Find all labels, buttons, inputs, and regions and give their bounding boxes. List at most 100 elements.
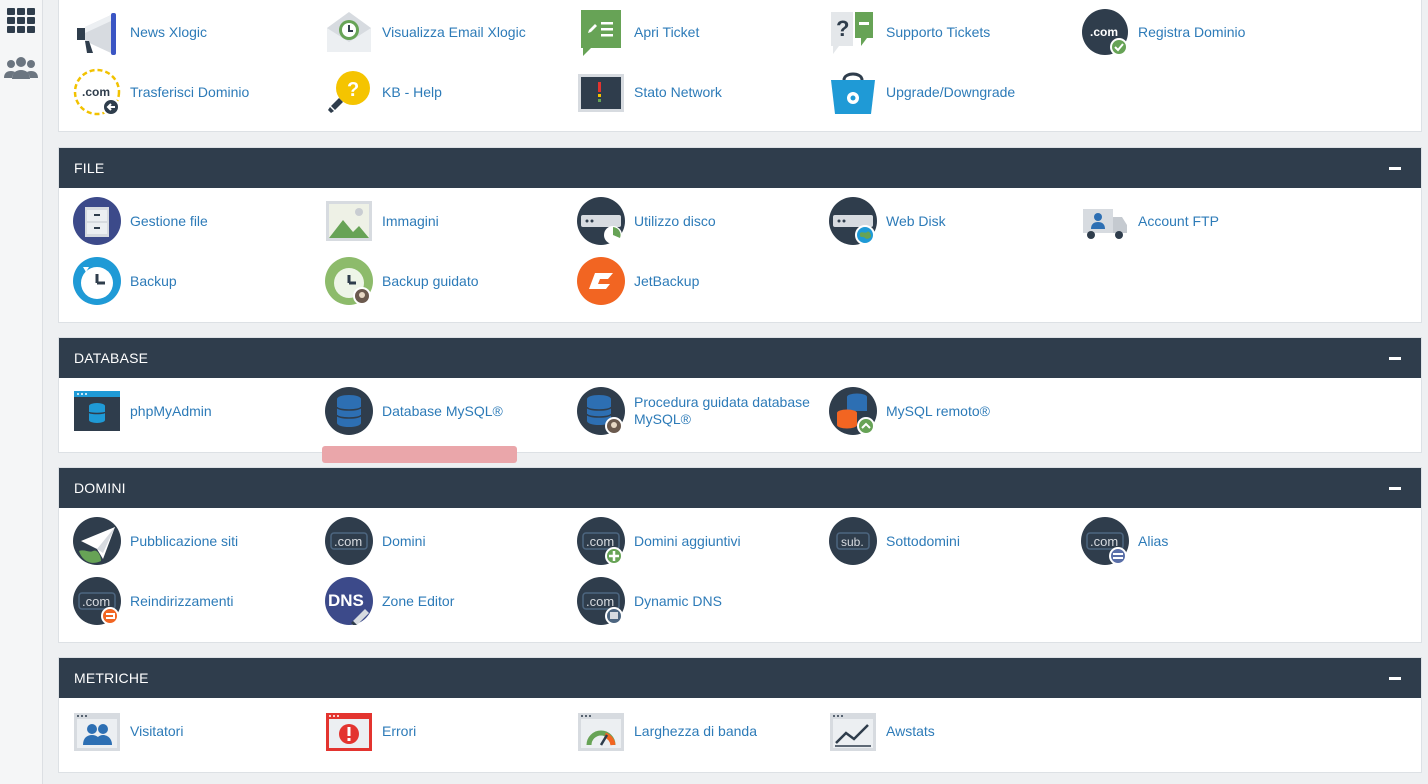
item-database-mysql[interactable]: Database MySQL® bbox=[311, 386, 561, 436]
item-apri-ticket[interactable]: Apri Ticket bbox=[563, 7, 813, 57]
item-label: Domini bbox=[382, 532, 426, 549]
item-stato-network[interactable]: Stato Network bbox=[563, 67, 813, 117]
dns-icon: DNS bbox=[325, 577, 373, 625]
item-label: MySQL remoto® bbox=[886, 402, 990, 419]
panel-database: DATABASE phpMyAdmin Database MySQL® Proc… bbox=[58, 337, 1422, 453]
panel-header[interactable]: DOMINI bbox=[59, 468, 1421, 508]
svg-text:.com: .com bbox=[82, 594, 110, 609]
item-zone-editor[interactable]: DNS Zone Editor bbox=[311, 576, 561, 626]
email-clock-icon bbox=[325, 8, 373, 56]
item-awstats[interactable]: Awstats bbox=[815, 706, 1065, 756]
panel-file: FILE Gestione file Immagini Utilizzo dis… bbox=[58, 147, 1422, 323]
item-registra-dominio[interactable]: .com Registra Dominio bbox=[1067, 7, 1317, 57]
item-visualizza-email[interactable]: Visualizza Email Xlogic bbox=[311, 7, 561, 57]
item-errori[interactable]: Errori bbox=[311, 706, 561, 756]
item-web-disk[interactable]: Web Disk bbox=[815, 196, 1065, 246]
item-domini-aggiuntivi[interactable]: .com Domini aggiuntivi bbox=[563, 516, 813, 566]
backup-icon bbox=[73, 257, 121, 305]
collapse-icon[interactable] bbox=[1389, 167, 1401, 170]
item-alias[interactable]: .com Alias bbox=[1067, 516, 1317, 566]
item-kb-help[interactable]: ? KB - Help bbox=[311, 67, 561, 117]
item-utilizzo-disco[interactable]: Utilizzo disco bbox=[563, 196, 813, 246]
support-ticket-icon: ? bbox=[829, 8, 877, 56]
item-label: Account FTP bbox=[1138, 212, 1219, 229]
database-wizard-icon bbox=[577, 387, 625, 435]
item-label: Utilizzo disco bbox=[634, 212, 716, 229]
item-label: Sottodomini bbox=[886, 532, 960, 549]
dotcom-icon: .com bbox=[325, 517, 373, 565]
item-label: Stato Network bbox=[634, 83, 722, 100]
item-supporto-tickets[interactable]: ? Supporto Tickets bbox=[815, 7, 1065, 57]
item-phpmyadmin[interactable]: phpMyAdmin bbox=[59, 386, 309, 436]
svg-text:?: ? bbox=[347, 79, 359, 101]
svg-text:.com: .com bbox=[586, 594, 614, 609]
disk-usage-icon bbox=[577, 197, 625, 245]
item-label: Registra Dominio bbox=[1138, 23, 1246, 40]
svg-text:.com: .com bbox=[1090, 25, 1118, 39]
subdomain-icon: sub. bbox=[829, 517, 877, 565]
item-label: Backup bbox=[130, 272, 177, 289]
item-sottodomini[interactable]: sub. Sottodomini bbox=[815, 516, 1065, 566]
item-backup-guidato[interactable]: Backup guidato bbox=[311, 256, 561, 306]
dotcom-alias-icon: .com bbox=[1081, 517, 1129, 565]
grid-icon[interactable] bbox=[4, 4, 38, 36]
paper-plane-globe-icon bbox=[73, 517, 121, 565]
dotcom-add-icon: .com bbox=[577, 517, 625, 565]
item-label: Alias bbox=[1138, 532, 1169, 549]
panel-title: FILE bbox=[74, 160, 105, 176]
panel-header[interactable]: DATABASE bbox=[59, 338, 1421, 378]
svg-text:.com: .com bbox=[1090, 534, 1118, 549]
item-label: Visualizza Email Xlogic bbox=[382, 23, 526, 40]
panel-title: DOMINI bbox=[74, 480, 126, 496]
item-dynamic-dns[interactable]: .com Dynamic DNS bbox=[563, 576, 813, 626]
item-jetbackup[interactable]: JetBackup bbox=[563, 256, 813, 306]
svg-text:.com: .com bbox=[334, 534, 362, 549]
panel-header[interactable]: METRICHE bbox=[59, 658, 1421, 698]
item-label: phpMyAdmin bbox=[130, 402, 212, 419]
item-domini[interactable]: .com Domini bbox=[311, 516, 561, 566]
panel-xlogic: News Xlogic Visualizza Email Xlogic Apri… bbox=[58, 0, 1422, 132]
domain-check-icon: .com bbox=[1081, 8, 1129, 56]
bandwidth-gauge-icon bbox=[577, 707, 625, 755]
item-visitatori[interactable]: Visitatori bbox=[59, 706, 309, 756]
svg-text:?: ? bbox=[836, 16, 849, 41]
item-label: Database MySQL® bbox=[382, 402, 503, 419]
remote-database-icon bbox=[829, 387, 877, 435]
item-upgrade-downgrade[interactable]: Upgrade/Downgrade bbox=[815, 67, 1065, 117]
item-reindirizzamenti[interactable]: .com Reindirizzamenti bbox=[59, 576, 309, 626]
collapse-icon[interactable] bbox=[1389, 357, 1401, 360]
item-label: Upgrade/Downgrade bbox=[886, 83, 1016, 100]
item-news-xlogic[interactable]: News Xlogic bbox=[59, 7, 309, 57]
item-pubblicazione-siti[interactable]: Pubblicazione siti bbox=[59, 516, 309, 566]
collapse-icon[interactable] bbox=[1389, 487, 1401, 490]
item-trasferisci-dominio[interactable]: .com Trasferisci Dominio bbox=[59, 67, 309, 117]
dotcom-redirect-icon: .com bbox=[73, 577, 121, 625]
item-label: Backup guidato bbox=[382, 272, 479, 289]
domain-transfer-icon: .com bbox=[73, 68, 121, 116]
svg-text:DNS: DNS bbox=[328, 591, 364, 610]
item-label: Web Disk bbox=[886, 212, 946, 229]
awstats-chart-icon bbox=[829, 707, 877, 755]
item-immagini[interactable]: Immagini bbox=[311, 196, 561, 246]
panel-header[interactable]: FILE bbox=[59, 148, 1421, 188]
item-account-ftp[interactable]: Account FTP bbox=[1067, 196, 1317, 246]
jetbackup-icon bbox=[577, 257, 625, 305]
item-backup[interactable]: Backup bbox=[59, 256, 309, 306]
item-larghezza-di-banda[interactable]: Larghezza di banda bbox=[563, 706, 813, 756]
item-label: Supporto Tickets bbox=[886, 23, 991, 40]
file-cabinet-icon bbox=[73, 197, 121, 245]
collapse-icon[interactable] bbox=[1389, 677, 1401, 680]
ftp-truck-icon bbox=[1081, 197, 1129, 245]
users-icon[interactable] bbox=[4, 52, 38, 84]
panel-title: DATABASE bbox=[74, 350, 149, 366]
item-procedura-guidata-database[interactable]: Procedura guidata database MySQL® bbox=[563, 386, 813, 436]
item-label: Immagini bbox=[382, 212, 439, 229]
item-label: Awstats bbox=[886, 722, 935, 739]
item-label: Apri Ticket bbox=[634, 23, 700, 40]
item-label: Dynamic DNS bbox=[634, 592, 722, 609]
item-mysql-remoto[interactable]: MySQL remoto® bbox=[815, 386, 1065, 436]
panel-metriche: METRICHE Visitatori Errori Larghezza di … bbox=[58, 657, 1422, 773]
item-label: Larghezza di banda bbox=[634, 722, 757, 739]
item-gestione-file[interactable]: Gestione file bbox=[59, 196, 309, 246]
item-label: Procedura guidata database MySQL® bbox=[634, 394, 810, 427]
